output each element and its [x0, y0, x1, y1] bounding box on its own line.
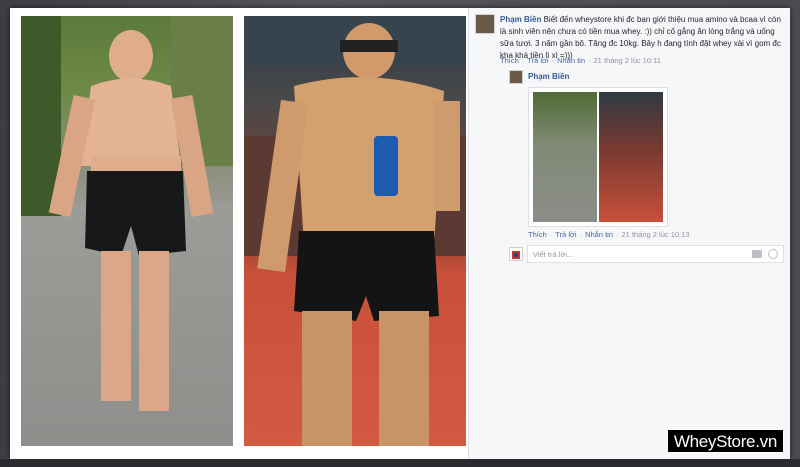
bottom-strip: [0, 459, 800, 467]
reply-link[interactable]: Trả lời: [555, 230, 576, 239]
reply-link[interactable]: Trả lời: [527, 56, 548, 65]
message-link[interactable]: Nhắn tin: [557, 56, 585, 65]
attached-photo[interactable]: [528, 87, 668, 227]
reply-input[interactable]: Viết trả lời...: [527, 245, 784, 263]
emoji-icon[interactable]: [768, 249, 778, 259]
comments-panel: Phạm Biền Biết đến wheystore khi đc bạn …: [469, 8, 790, 459]
comment-body: Phạm Biền Biết đến wheystore khi đc bạn …: [500, 14, 784, 62]
photo-lightbox: Phạm Biền Biết đến wheystore khi đc bạn …: [10, 8, 790, 459]
comment-timestamp[interactable]: 21 tháng 2 lúc 10:11: [594, 56, 661, 65]
like-link[interactable]: Thích: [528, 230, 547, 239]
avatar[interactable]: [475, 14, 495, 34]
comment-timestamp[interactable]: 21 tháng 2 lúc 10:13: [622, 230, 690, 239]
like-link[interactable]: Thích: [500, 56, 519, 65]
camera-icon[interactable]: [752, 250, 762, 258]
comment-text: Biết đến wheystore khi đc bạn giới thiệu…: [500, 15, 781, 60]
photo-area: [10, 8, 468, 459]
watermark: WheyStore.vn: [666, 429, 784, 453]
comment-actions: Thích · Trả lời · Nhắn tin · 21 tháng 2 lúc 10…: [500, 56, 661, 65]
before-photo[interactable]: [21, 16, 233, 446]
after-photo[interactable]: [244, 16, 466, 446]
user-avatar: [509, 247, 523, 261]
comment-actions: Thích · Trả lời · Nhắn tin · 21 tháng 2 lúc 10…: [528, 230, 690, 239]
comment-author[interactable]: Phạm Biền: [500, 15, 541, 24]
reply-composer: Viết trả lời...: [509, 245, 784, 263]
attached-photo-before[interactable]: [533, 92, 597, 222]
comment-author[interactable]: Phạm Biền: [528, 72, 569, 81]
avatar[interactable]: [509, 70, 523, 84]
attached-photo-after[interactable]: [599, 92, 663, 222]
message-link[interactable]: Nhắn tin: [585, 230, 613, 239]
